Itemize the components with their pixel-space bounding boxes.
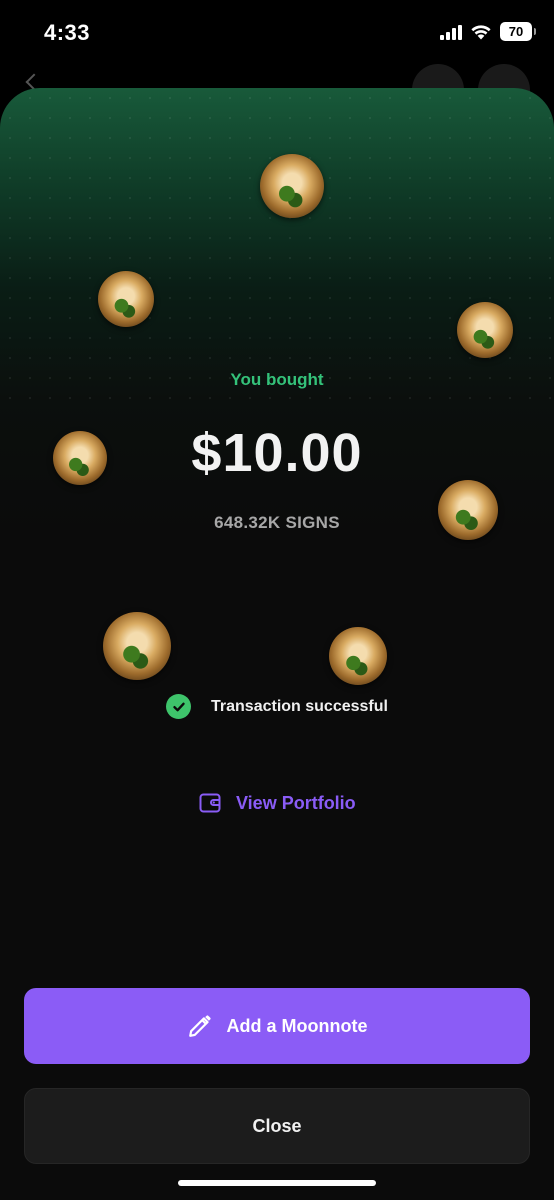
checkmark-icon: [172, 702, 185, 711]
wifi-icon: [471, 24, 491, 39]
coin-token-icon: [103, 612, 171, 680]
transaction-status-text: Transaction successful: [211, 697, 388, 715]
close-button[interactable]: Close: [24, 1088, 530, 1164]
status-icons: 70: [440, 22, 536, 41]
view-portfolio-link[interactable]: View Portfolio: [198, 791, 356, 815]
purchase-amount: $10.00: [191, 423, 363, 483]
check-circle-icon: [166, 694, 191, 719]
signal-icon: [440, 24, 462, 40]
dot-pattern-background: [0, 88, 554, 408]
add-moonnote-button[interactable]: Add a Moonnote: [24, 988, 530, 1064]
close-button-label: Close: [252, 1115, 302, 1136]
view-portfolio-label: View Portfolio: [236, 792, 356, 813]
coin-token-icon: [260, 154, 324, 218]
status-time: 4:33: [44, 20, 91, 45]
add-moonnote-label: Add a Moonnote: [226, 1015, 368, 1036]
token-amount: 648.32K SIGNS: [214, 513, 340, 532]
purchase-heading: You bought: [230, 370, 324, 389]
home-indicator[interactable]: [178, 1180, 376, 1186]
coin-token-icon: [98, 271, 154, 327]
battery-icon: 70: [500, 22, 536, 41]
pencil-icon: [188, 1015, 211, 1037]
coin-token-icon: [457, 302, 513, 358]
status-bar: 4:33 70: [0, 0, 554, 66]
wallet-icon: [199, 793, 221, 813]
coin-token-icon: [329, 627, 387, 685]
transaction-status: Transaction successful: [166, 694, 388, 719]
